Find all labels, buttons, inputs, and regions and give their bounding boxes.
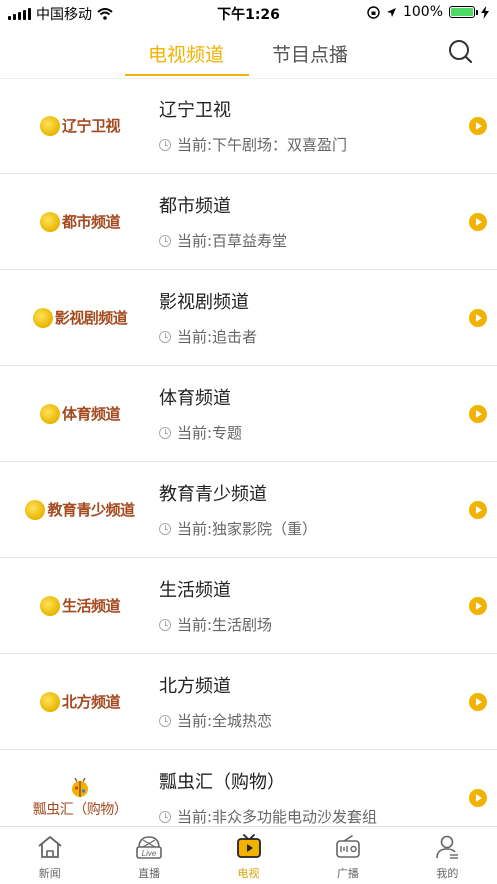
clock-icon: [159, 330, 171, 343]
user-icon: [436, 835, 459, 859]
now-playing: 当前:追击者: [159, 326, 257, 347]
channel-name: 影视剧频道: [159, 292, 249, 313]
channel-name: 瓢虫汇（购物）: [159, 772, 285, 793]
location-icon: [386, 7, 396, 17]
channel-row[interactable]: 辽宁卫视 辽宁卫视 当前:下午剧场：双喜盈门: [0, 78, 497, 174]
channel-logo: 都市频道: [10, 174, 150, 269]
channel-logo: 体育频道: [10, 366, 150, 461]
channel-list: 辽宁卫视 辽宁卫视 当前:下午剧场：双喜盈门 都市频道 都市频道 当前:百草益寿…: [0, 78, 497, 845]
clock-icon: [159, 618, 171, 631]
channel-logo-icon: [25, 499, 46, 520]
clock-icon: [159, 810, 171, 823]
channel-name: 体育频道: [159, 388, 231, 409]
tv-icon: [236, 834, 261, 858]
channel-row[interactable]: 体育频道 体育频道 当前:专题: [0, 366, 497, 462]
live-icon: Live: [136, 836, 162, 859]
clock-icon: [159, 234, 171, 247]
now-playing: 当前:非众多功能电动沙发套组: [159, 806, 377, 827]
clock-icon: [159, 138, 171, 151]
channel-name: 教育青少频道: [159, 484, 267, 505]
battery-icon: [449, 6, 478, 18]
play-icon[interactable]: [469, 789, 487, 807]
channel-logo-icon: [39, 595, 60, 616]
channel-row[interactable]: 北方频道 北方频道 当前:全城热恋: [0, 654, 497, 750]
header: 电视频道 节目点播: [0, 26, 497, 79]
clock-icon: [159, 522, 171, 535]
channel-logo: 影视剧频道: [10, 270, 150, 365]
radio-icon: [336, 835, 360, 858]
channel-logo-icon: [39, 691, 60, 712]
channel-name: 生活频道: [159, 580, 231, 601]
play-icon[interactable]: [469, 501, 487, 519]
clock-icon: [159, 426, 171, 439]
svg-text:Live: Live: [142, 849, 157, 858]
search-icon[interactable]: [447, 38, 475, 66]
channel-logo: 北方频道: [10, 654, 150, 749]
channel-logo-icon: [39, 115, 60, 136]
orientation-lock-icon: [367, 5, 380, 19]
nav-live[interactable]: Live 直播: [99, 827, 198, 884]
channel-row[interactable]: 教育青少频道 教育青少频道 当前:独家影院（重）: [0, 462, 497, 558]
now-playing: 当前:生活剧场: [159, 614, 272, 635]
now-playing: 当前:专题: [159, 422, 242, 443]
active-tab-indicator: [125, 74, 249, 76]
now-playing: 当前:下午剧场：双喜盈门: [159, 134, 347, 155]
ladybug-icon: [72, 777, 88, 797]
nav-mine[interactable]: 我的: [398, 827, 497, 884]
bottom-nav: 新闻 Live 直播 电视 广播 我的: [0, 826, 497, 884]
home-icon: [38, 836, 62, 858]
play-icon[interactable]: [469, 309, 487, 327]
play-icon[interactable]: [469, 405, 487, 423]
channel-row[interactable]: 都市频道 都市频道 当前:百草益寿堂: [0, 174, 497, 270]
channel-logo: 教育青少频道: [10, 462, 150, 557]
nav-radio[interactable]: 广播: [298, 827, 397, 884]
channel-logo: 辽宁卫视: [10, 78, 150, 173]
tab-on-demand[interactable]: 节目点播: [272, 40, 348, 67]
channel-logo-icon: [39, 403, 60, 424]
status-bar: 中国移动 下午1:26 100%: [0, 0, 497, 26]
nav-tv[interactable]: 电视: [199, 827, 298, 884]
clock-icon: [159, 714, 171, 727]
nav-news[interactable]: 新闻: [0, 827, 99, 884]
play-icon[interactable]: [469, 213, 487, 231]
tab-tv-channels[interactable]: 电视频道: [148, 40, 224, 67]
charging-icon: [481, 5, 489, 19]
now-playing: 当前:全城热恋: [159, 710, 272, 731]
channel-row[interactable]: 生活频道 生活频道 当前:生活剧场: [0, 558, 497, 654]
play-icon[interactable]: [469, 117, 487, 135]
channel-logo: 生活频道: [10, 558, 150, 653]
channel-logo-icon: [39, 211, 60, 232]
play-icon[interactable]: [469, 693, 487, 711]
channel-name: 北方频道: [159, 676, 231, 697]
channel-row[interactable]: 影视剧频道 影视剧频道 当前:追击者: [0, 270, 497, 366]
channel-name: 都市频道: [159, 196, 231, 217]
channel-logo-icon: [32, 307, 53, 328]
now-playing: 当前:独家影院（重）: [159, 518, 317, 539]
battery-percent: 100%: [402, 4, 443, 20]
now-playing: 当前:百草益寿堂: [159, 230, 287, 251]
channel-name: 辽宁卫视: [159, 100, 231, 121]
play-icon[interactable]: [469, 597, 487, 615]
